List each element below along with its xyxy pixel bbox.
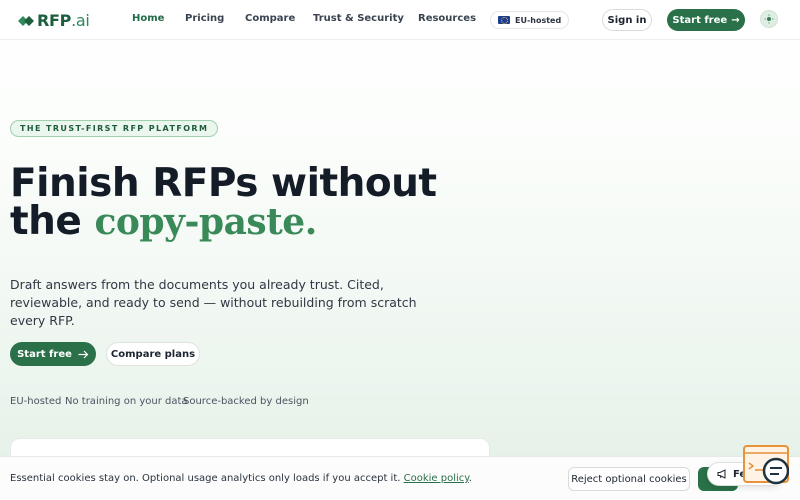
hero-eyebrow-badge: THE TRUST-FIRST RFP PLATFORM [10,120,219,137]
start-free-label: Start free [17,348,72,360]
start-free-header-button[interactable]: Start free → [667,9,745,31]
start-free-label: Start free [672,14,728,26]
nav-compare[interactable]: Compare [245,13,295,24]
logo-mark-icon [18,15,34,26]
megaphone-icon [717,469,726,479]
cookie-message: Essential cookies stay on. Optional usag… [10,473,472,484]
theme-toggle-button[interactable] [760,10,778,28]
start-free-button[interactable]: Start free [10,342,96,366]
headline-line-2: the [10,199,95,244]
top-navigation-bar: RFP.ai Home Pricing Compare Trust & Secu… [0,0,800,40]
chat-widget-icon[interactable] [743,444,789,488]
trust-point-source-backed: Source-backed by design [183,396,309,407]
hero-headline: Finish RFPs without the copy-paste. [10,164,470,244]
nav-trust-security[interactable]: Trust & Security [313,13,404,24]
eu-flag-icon [498,16,510,24]
reject-optional-cookies-button[interactable]: Reject optional cookies [568,467,690,491]
eu-hosted-label: EU-hosted [515,15,562,25]
cookie-banner: Essential cookies stay on. Optional usag… [0,456,800,500]
compare-plans-button[interactable]: Compare plans [106,342,200,366]
trust-point-eu-hosted: EU-hosted [10,396,62,407]
arrow-right-icon [78,350,89,358]
sun-icon [764,14,774,24]
arrow-right-icon: → [731,14,740,26]
nav-pricing[interactable]: Pricing [185,13,224,24]
sign-in-button[interactable]: Sign in [602,9,652,31]
trust-point-no-training: No training on your data [65,396,188,407]
nav-resources[interactable]: Resources [418,13,476,24]
nav-home[interactable]: Home [132,13,164,24]
eu-hosted-badge: EU-hosted [490,11,570,29]
logo-text: RFP.ai [37,11,90,30]
cookie-policy-link[interactable]: Cookie policy [404,473,469,484]
logo[interactable]: RFP.ai [17,11,90,30]
hero-subcopy: Draft answers from the documents you alr… [10,277,417,328]
headline-accent: copy-paste. [94,201,317,243]
